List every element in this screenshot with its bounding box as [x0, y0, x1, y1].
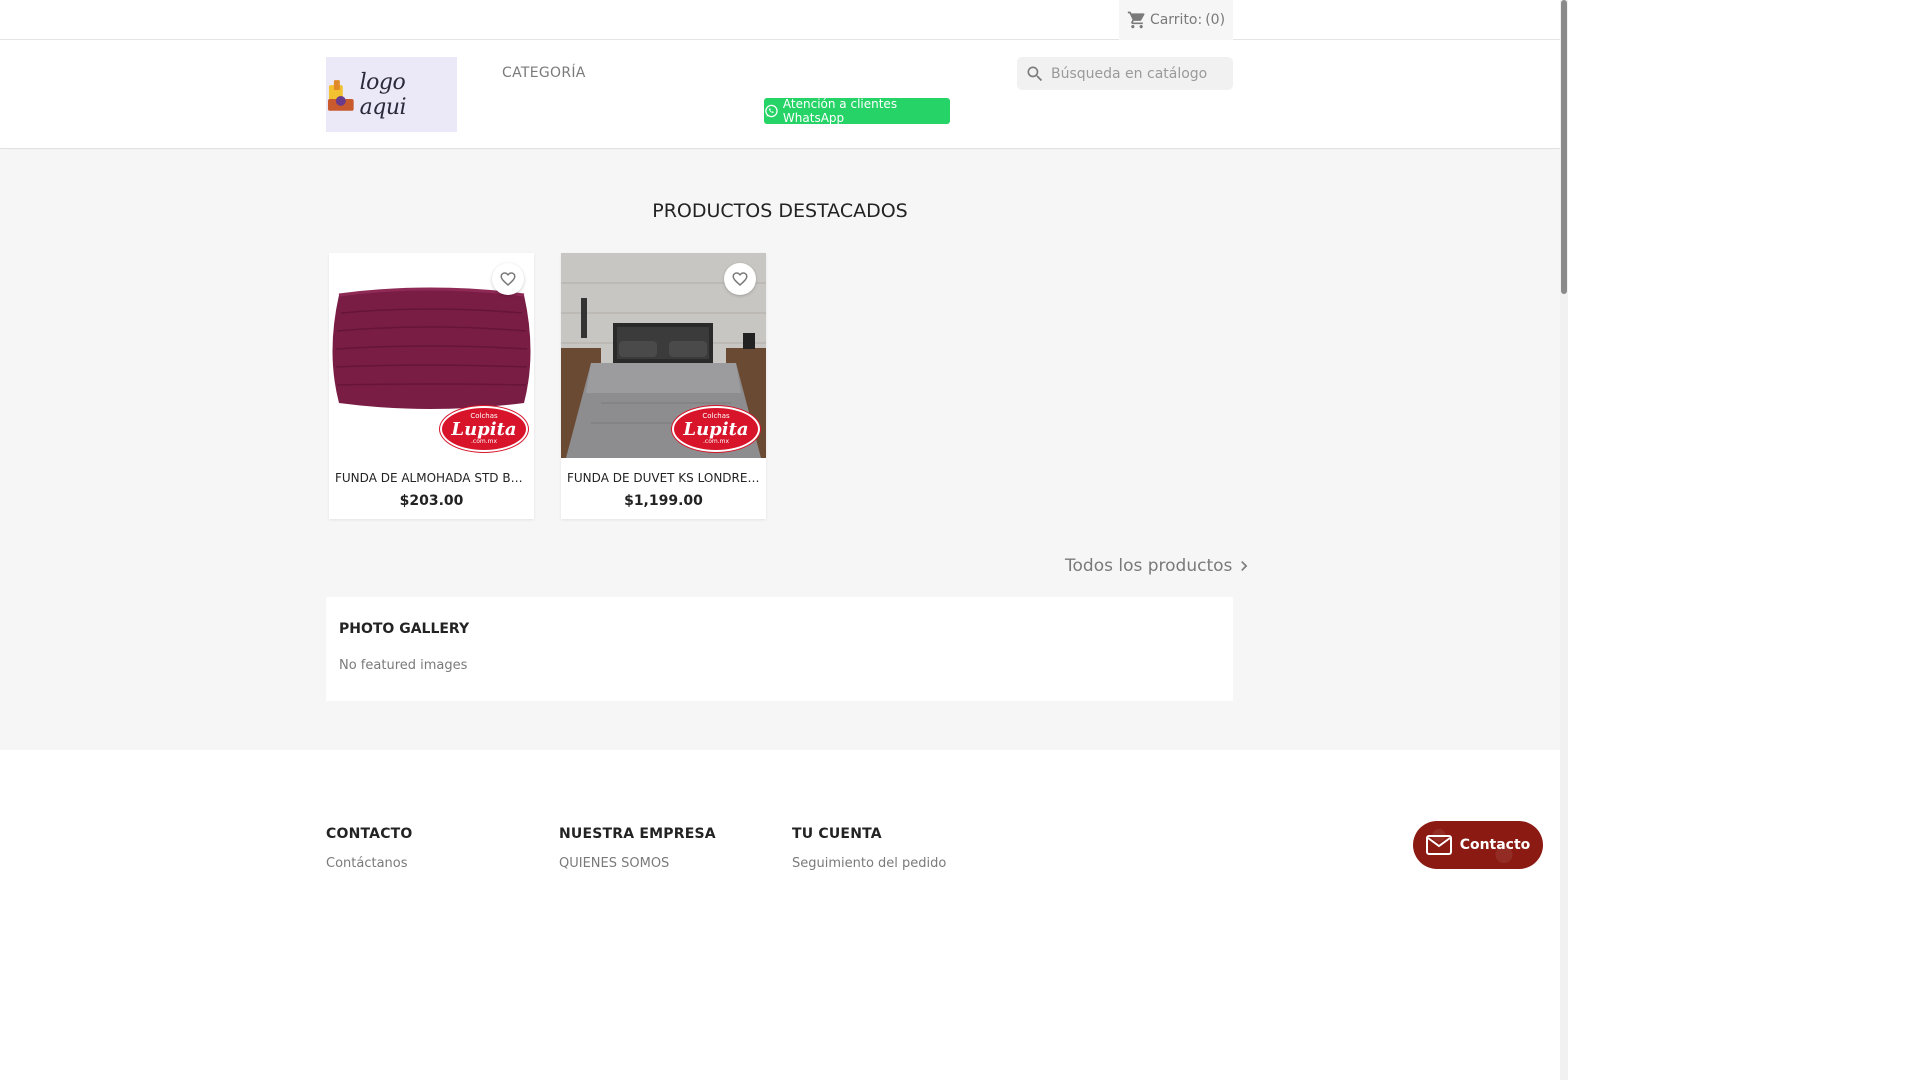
- search-box: [1017, 57, 1233, 90]
- whatsapp-label: Atención a clientes WhatsApp: [782, 97, 898, 125]
- product-price: $1,199.00: [624, 493, 703, 509]
- product-card[interactable]: Colchas Lupita .com.mx FUNDA DE ALMOHADA…: [329, 253, 534, 519]
- heart-outline-icon: [500, 272, 516, 287]
- footer-link-seguimiento[interactable]: Seguimiento del pedido: [792, 856, 946, 871]
- chevron-right-icon: [1241, 561, 1248, 571]
- brand-badge: Colchas Lupita .com.mx: [672, 406, 760, 452]
- header: logo aqui CATEGORÍA Atención a clientes …: [0, 40, 1560, 149]
- wishlist-button[interactable]: [724, 263, 756, 295]
- wishlist-button[interactable]: [492, 263, 524, 295]
- footer-column-empresa: NUESTRA EMPRESA QUIENES SOMOS: [559, 826, 716, 879]
- badge-line3: .com.mx: [470, 438, 498, 445]
- footer-link-contactanos[interactable]: Contáctanos: [326, 856, 413, 871]
- top-nav: Carrito: (0): [0, 0, 1560, 40]
- footer-column-contacto: CONTACTO Contáctanos: [326, 826, 413, 879]
- product-image[interactable]: Colchas Lupita .com.mx: [329, 253, 534, 458]
- product-card[interactable]: Colchas Lupita .com.mx FUNDA DE DUVET KS…: [561, 253, 766, 519]
- search-icon[interactable]: [1025, 64, 1045, 84]
- scrollbar-thumb[interactable]: [1561, 0, 1567, 294]
- photo-gallery: PHOTO GALLERY No featured images: [326, 597, 1233, 701]
- logo-icon: [327, 79, 354, 111]
- shopping-cart-icon: [1127, 11, 1145, 29]
- contact-widget-label: Contacto: [1459, 837, 1531, 853]
- logo-text: logo aqui: [359, 69, 407, 120]
- menu-item-categoria[interactable]: CATEGORÍA: [502, 65, 586, 81]
- badge-brand: Lupita: [451, 419, 517, 440]
- all-products-label: Todos los productos: [1065, 556, 1233, 576]
- product-name[interactable]: FUNDA DE ALMOHADA STD BASIC...: [335, 471, 528, 485]
- badge-line3: .com.mx: [702, 438, 730, 445]
- store-logo[interactable]: logo aqui: [326, 57, 457, 132]
- footer-column-title: TU CUENTA: [792, 826, 882, 842]
- footer-column-title: CONTACTO: [326, 826, 413, 842]
- heart-outline-icon: [732, 272, 748, 287]
- section-title: PRODUCTOS DESTACADOS: [652, 200, 908, 222]
- footer-column-title: NUESTRA EMPRESA: [559, 826, 716, 842]
- footer-link-quienes-somos[interactable]: QUIENES SOMOS: [559, 856, 716, 871]
- page: Carrito: (0) logo aqui CATEGORÍA Atenció…: [0, 0, 1560, 1080]
- mail-icon: [1425, 835, 1452, 855]
- footer: CONTACTO Contáctanos NUESTRA EMPRESA QUI…: [0, 750, 1560, 1080]
- cart-button[interactable]: Carrito: (0): [1119, 0, 1233, 40]
- product-price: $203.00: [399, 493, 464, 509]
- whatsapp-icon: [765, 104, 778, 118]
- product-image[interactable]: Colchas Lupita .com.mx: [561, 253, 766, 458]
- cart-label: Carrito:: [1149, 12, 1203, 28]
- cart-count: (0): [1205, 12, 1226, 28]
- all-products-link[interactable]: Todos los productos: [1065, 556, 1254, 576]
- whatsapp-button[interactable]: Atención a clientes WhatsApp: [764, 97, 950, 125]
- page-scrollbar[interactable]: [1560, 0, 1568, 1080]
- gallery-title: PHOTO GALLERY: [339, 621, 470, 637]
- main-content: PRODUCTOS DESTACADOS Colchas Lupita .com…: [0, 150, 1560, 750]
- product-name[interactable]: FUNDA DE DUVET KS LONDRES...: [567, 471, 760, 485]
- right-blank-area: [1568, 0, 1920, 1080]
- contact-widget-button[interactable]: Contacto: [1413, 821, 1543, 869]
- brand-badge: Colchas Lupita .com.mx: [440, 406, 528, 452]
- badge-brand: Lupita: [683, 419, 749, 440]
- search-input[interactable]: [1051, 65, 1231, 82]
- gallery-empty-text: No featured images: [339, 658, 468, 673]
- footer-column-cuenta: TU CUENTA Seguimiento del pedido: [792, 826, 946, 879]
